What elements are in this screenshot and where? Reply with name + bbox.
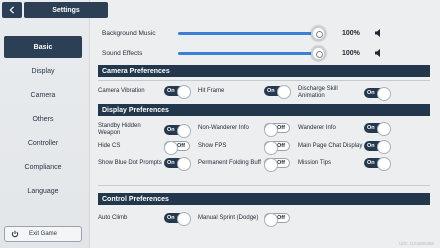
wanderer-info-setting: Wanderer Info On (298, 122, 396, 136)
display-row-1: Standby Hidden Weapon On Non-Wanderer In… (98, 122, 430, 138)
speaker-icon[interactable] (374, 28, 384, 38)
sidebar-item-language[interactable]: Language (4, 180, 82, 202)
sidebar-item-compliance[interactable]: Compliance (4, 156, 82, 178)
show-fps-toggle[interactable]: Off (264, 141, 290, 155)
page-title: Settings (24, 2, 108, 18)
speaker-icon[interactable] (374, 48, 384, 58)
discharge-skill-animation-toggle[interactable]: On (364, 87, 391, 101)
sidebar-item-camera[interactable]: Camera (4, 84, 82, 106)
background-music-row: Background Music 100% (102, 25, 432, 41)
uid-text: UID: 1104000488 (399, 241, 434, 246)
wanderer-info-label: Wanderer Info (298, 124, 336, 131)
sound-effects-value: 100% (342, 49, 360, 57)
background-music-slider[interactable] (178, 25, 326, 41)
mission-tips-setting: Mission Tips On (298, 157, 396, 171)
hit-frame-setting: Hit Frame On (198, 85, 296, 99)
standby-hidden-weapon-setting: Standby Hidden Weapon On (98, 123, 196, 138)
manual-sprint-setting: Manual Sprint (Dodge) Off (198, 213, 296, 227)
top-bar: Settings (0, 0, 440, 20)
permanent-folding-buff-setting: Permanent Folding Buff Off (198, 158, 296, 172)
non-wanderer-info-label: Non-Wanderer Info (198, 124, 249, 131)
back-button[interactable] (2, 2, 22, 18)
mission-tips-toggle[interactable]: On (364, 157, 391, 171)
manual-sprint-label: Manual Sprint (Dodge) (198, 214, 259, 221)
discharge-skill-animation-setting: Discharge Skill Animation On (298, 86, 396, 101)
non-wanderer-info-toggle[interactable]: Off (264, 123, 290, 137)
camera-vibration-toggle[interactable]: On (164, 85, 191, 99)
back-arrow-icon (9, 6, 15, 14)
sidebar-item-basic[interactable]: Basic (4, 36, 82, 58)
show-fps-label: Show FPS (198, 142, 227, 149)
display-preferences-header: Display Preferences (98, 104, 430, 116)
show-blue-dot-prompts-toggle[interactable]: On (164, 157, 191, 171)
background-music-slider-thumb[interactable] (311, 25, 326, 41)
background-music-label: Background Music (102, 29, 156, 37)
settings-panel: Background Music 100% Sound Effects 100%… (96, 22, 436, 244)
auto-climb-setting: Auto Climb On (98, 212, 196, 226)
divider (98, 80, 430, 81)
sound-effects-label: Sound Effects (102, 49, 143, 57)
show-blue-dot-prompts-label: Show Blue Dot Prompts (98, 159, 162, 166)
hide-cs-label: Hide CS (98, 142, 121, 149)
standby-hidden-weapon-toggle[interactable]: On (164, 124, 191, 138)
exit-game-label: Exit Game (29, 231, 58, 237)
wanderer-info-toggle[interactable]: On (364, 122, 391, 136)
exit-game-button[interactable]: Exit Game (4, 226, 82, 242)
mission-tips-label: Mission Tips (298, 159, 332, 166)
sound-effects-slider[interactable] (178, 45, 326, 61)
control-preferences-header: Control Preferences (98, 193, 430, 205)
hit-frame-label: Hit Frame (198, 87, 225, 94)
show-fps-setting: Show FPS Off (198, 141, 296, 155)
sound-effects-row: Sound Effects 100% (102, 45, 432, 61)
auto-climb-toggle[interactable]: On (164, 212, 191, 226)
control-row: Auto Climb On Manual Sprint (Dodge) Off (98, 212, 430, 227)
manual-sprint-toggle[interactable]: Off (264, 213, 290, 227)
auto-climb-label: Auto Climb (98, 214, 128, 221)
sidebar-nav: Basic Display Camera Others Controller C… (0, 36, 90, 204)
main-page-chat-display-setting: Main Page Chat Display On (298, 140, 396, 154)
camera-vibration-setting: Camera Vibration On (98, 85, 196, 99)
sidebar-item-display[interactable]: Display (4, 60, 82, 82)
sidebar-item-controller[interactable]: Controller (4, 132, 82, 154)
hide-cs-setting: Hide CS Off (98, 141, 196, 155)
camera-vibration-label: Camera Vibration (98, 87, 145, 94)
non-wanderer-info-setting: Non-Wanderer Info Off (198, 123, 296, 137)
sidebar: Basic Display Camera Others Controller C… (0, 0, 90, 248)
show-blue-dot-prompts-setting: Show Blue Dot Prompts On (98, 157, 196, 171)
main-page-chat-display-label: Main Page Chat Display (298, 142, 363, 149)
divider (98, 185, 430, 186)
sound-effects-slider-thumb[interactable] (311, 45, 326, 61)
hide-cs-toggle[interactable]: Off (164, 141, 190, 155)
permanent-folding-buff-toggle[interactable]: Off (264, 158, 290, 172)
hit-frame-toggle[interactable]: On (264, 85, 291, 99)
standby-hidden-weapon-label: Standby Hidden Weapon (98, 123, 141, 136)
camera-preferences-header: Camera Preferences (98, 65, 430, 77)
display-row-2: Hide CS Off Show FPS Off Main Page Chat … (98, 140, 430, 155)
background-music-value: 100% (342, 29, 360, 37)
sidebar-item-others[interactable]: Others (4, 108, 82, 130)
camera-row: Camera Vibration On Hit Frame On Dischar… (98, 85, 430, 101)
power-icon (11, 230, 19, 238)
permanent-folding-buff-label: Permanent Folding Buff (198, 159, 261, 166)
main-page-chat-display-toggle[interactable]: On (364, 140, 391, 154)
discharge-skill-animation-label: Discharge Skill Animation (298, 86, 338, 99)
display-row-3: Show Blue Dot Prompts On Permanent Foldi… (98, 157, 430, 172)
